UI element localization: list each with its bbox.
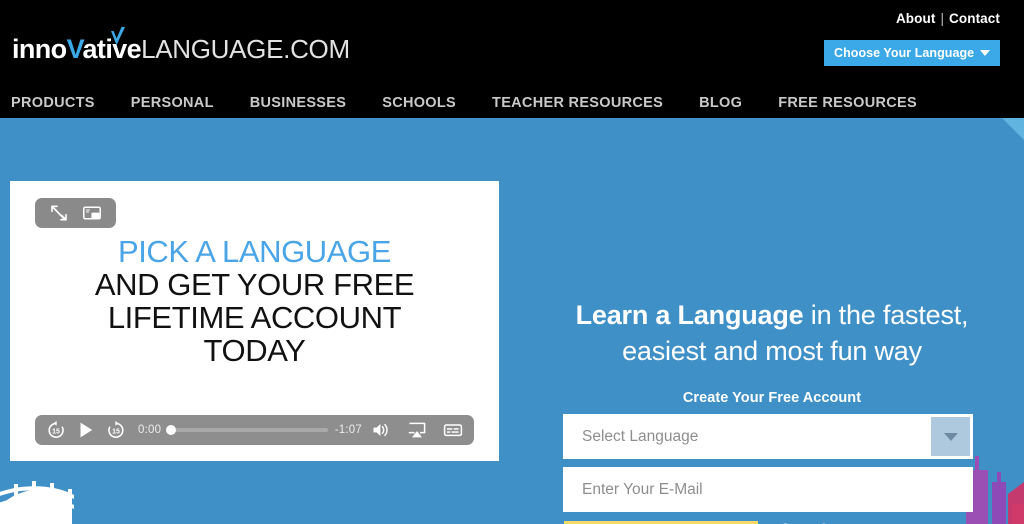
slide-line-3: LIFETIME ACCOUNT <box>107 299 402 335</box>
svg-text:15: 15 <box>112 429 120 436</box>
headline-line2: easiest and most fun way <box>622 335 922 366</box>
logo-checkmark-icon <box>111 27 125 45</box>
contact-link[interactable]: Contact <box>949 11 1000 26</box>
security-assurance-text: Safe & Secure. We respect your privacy. <box>806 520 942 524</box>
slide-line-1: PICK A LANGUAGE <box>117 234 392 269</box>
nav-item-products[interactable]: PRODUCTS <box>11 95 95 111</box>
choose-language-label: Choose Your Language <box>834 46 975 60</box>
about-link[interactable]: About <box>896 11 935 26</box>
utility-links: About | Contact <box>896 11 1000 26</box>
video-stage: PICK A LANGUAGE AND GET YOUR FREE LIFETI… <box>13 184 496 458</box>
logo-text-inno: inno <box>12 34 67 64</box>
headline-rest: in the fastest, <box>803 300 969 330</box>
current-time-label: 0:00 <box>138 424 162 436</box>
svg-text:15: 15 <box>52 429 60 436</box>
bridge-silhouette-icon <box>0 481 74 524</box>
language-select-placeholder: Select Language <box>582 427 699 445</box>
main-navigation: PRODUCTS PERSONAL BUSINESSES SCHOOLS TEA… <box>0 88 1024 118</box>
nav-item-schools[interactable]: SCHOOLS <box>382 95 456 111</box>
nav-item-blog[interactable]: BLOG <box>699 95 742 111</box>
language-select[interactable]: Select Language <box>563 414 973 459</box>
volume-high-icon[interactable] <box>371 420 391 440</box>
skip-back-15-icon[interactable]: 15 <box>46 420 66 440</box>
skip-forward-15-icon[interactable]: 15 <box>106 420 126 440</box>
nav-item-teacher-resources[interactable]: TEACHER RESOURCES <box>492 95 663 111</box>
headline-strong: Learn a Language <box>575 300 804 330</box>
scrubber-knob[interactable] <box>166 425 177 435</box>
chevron-down-icon <box>943 432 958 441</box>
video-slide-text: PICK A LANGUAGE AND GET YOUR FREE LIFETI… <box>13 234 496 368</box>
create-account-label: Create Your Free Account <box>682 390 862 406</box>
logo-text-language-com: LANGUAGE.COM <box>141 34 350 64</box>
site-header: innoVativeLANGUAGE.COM About | Contact Cho… <box>0 0 1024 118</box>
assurance-line-1: Safe & Secure. <box>806 520 942 524</box>
video-top-controls <box>35 198 116 228</box>
video-player[interactable]: PICK A LANGUAGE AND GET YOUR FREE LIFETI… <box>10 181 499 461</box>
fullscreen-icon[interactable] <box>49 204 69 222</box>
video-progress-scrubber[interactable] <box>166 425 328 435</box>
nav-item-personal[interactable]: PERSONAL <box>131 95 214 111</box>
security-assurance: Safe & Secure. We respect your privacy. <box>775 520 942 524</box>
hero-headline: Learn a Language in the fastest, easiest… <box>536 298 1008 369</box>
page-root: innoVativeLANGUAGE.COM About | Contact Cho… <box>0 0 1024 524</box>
logo-text-v: V <box>66 34 84 64</box>
nav-item-free-resources[interactable]: FREE RESOURCES <box>778 95 917 111</box>
site-logo[interactable]: innoVativeLANGUAGE.COM <box>12 27 350 64</box>
hero-corner-accent <box>1002 118 1024 140</box>
subtitles-icon[interactable] <box>443 420 463 440</box>
chevron-down-icon <box>980 50 990 56</box>
nav-item-businesses[interactable]: BUSINESSES <box>250 95 346 111</box>
links-separator: | <box>940 11 945 26</box>
play-icon[interactable] <box>76 420 96 440</box>
video-control-bar: 15 15 0:00 -1:07 <box>35 415 474 445</box>
slide-line-4: TODAY <box>203 332 306 368</box>
picture-in-picture-icon[interactable] <box>82 204 102 222</box>
language-select-dropdown-button[interactable] <box>931 417 970 456</box>
airplay-icon[interactable] <box>407 420 427 440</box>
slide-line-2: AND GET YOUR FREE <box>94 266 415 302</box>
choose-your-language-button[interactable]: Choose Your Language <box>824 40 1000 66</box>
email-field[interactable] <box>563 467 973 512</box>
remaining-time-label: -1:07 <box>334 424 362 436</box>
